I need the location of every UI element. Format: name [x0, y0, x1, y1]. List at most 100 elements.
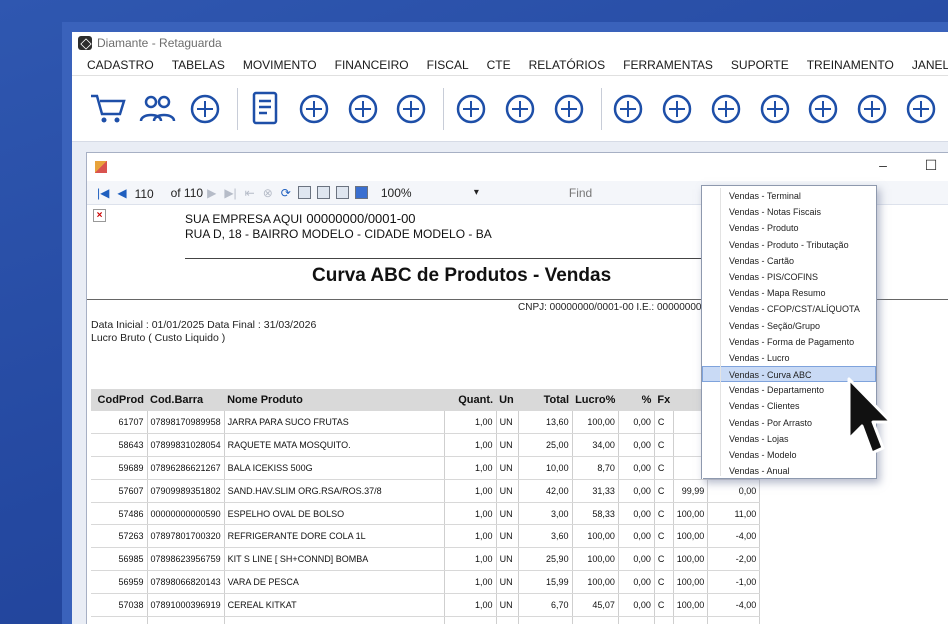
dropdown-option[interactable]: Vendas - CFOP/CST/ALÍQUOTA — [702, 301, 876, 318]
table-cell: C — [654, 433, 674, 458]
table-row: 57038 07891000396919 CEREAL KITKAT 1,00 UN 6,… — [91, 593, 761, 617]
window-title: Diamante - Retaguarda — [97, 36, 222, 50]
dropdown-gutter — [720, 188, 721, 476]
cart-icon[interactable] — [86, 86, 130, 132]
find-label[interactable]: Find — [569, 186, 592, 200]
table-cell: 07898066820143 — [147, 570, 225, 594]
menu-item-4[interactable]: FISCAL — [427, 58, 469, 72]
table-cell: 0,00 — [707, 479, 761, 503]
table-cell: 0,00 — [618, 524, 655, 549]
dropdown-option[interactable]: Vendas - Produto - Tributação — [702, 236, 876, 253]
xml-icon[interactable] — [547, 86, 591, 132]
nfe-gear-icon[interactable] — [498, 86, 542, 132]
table-cell: 1,00 — [444, 593, 497, 617]
report-window-titlebar: – ☐ — [87, 153, 948, 181]
table-cell: 25,90 — [518, 547, 573, 572]
table-cell: C — [654, 616, 674, 624]
report-gear-icon[interactable] — [850, 86, 894, 132]
menu-item-6[interactable]: RELATÓRIOS — [529, 58, 605, 72]
table-cell: KIT S LINE [ SH+CONND] BOMBA — [224, 547, 445, 572]
next-page-icon[interactable]: ▶ — [207, 186, 216, 200]
nfe-icon[interactable] — [292, 86, 336, 132]
table-cell: 100,00 — [673, 524, 709, 549]
dropdown-option[interactable]: Vendas - Seção/Grupo — [702, 317, 876, 334]
dropdown-option[interactable]: Vendas - Lucro — [702, 349, 876, 367]
table-cell: 15,99 — [518, 570, 573, 594]
menu-item-10[interactable]: JANELAS — [912, 58, 948, 72]
menu-item-0[interactable]: CADASTRO — [87, 58, 154, 72]
table-cell: 25,00 — [518, 433, 573, 458]
column-header: Quant. — [444, 389, 497, 411]
dropdown-option[interactable]: Vendas - Forma de Pagamento — [702, 333, 876, 350]
company-address: RUA D, 18 - BAIRRO MODELO - CIDADE MODEL… — [185, 227, 492, 241]
table-cell: 59689 — [91, 456, 148, 480]
app-logo-icon — [78, 36, 92, 50]
stamp-icon[interactable] — [704, 86, 748, 132]
dfe-icon[interactable] — [184, 86, 228, 132]
users-icon[interactable] — [135, 86, 179, 132]
print-icon[interactable] — [297, 186, 311, 199]
table-cell: C — [654, 593, 674, 617]
table-cell: 58643 — [91, 433, 148, 458]
stop-icon[interactable]: ⊗ — [263, 186, 273, 200]
mouse-cursor-icon — [847, 377, 893, 455]
dropdown-option[interactable]: Vendas - Mapa Resumo — [702, 285, 876, 302]
first-page-icon[interactable]: |◀ — [97, 186, 109, 200]
page-setup-icon[interactable] — [335, 186, 349, 199]
maximize-button[interactable]: ☐ — [921, 157, 941, 174]
table-cell: 1,00 — [444, 570, 497, 594]
menu-item-1[interactable]: TABELAS — [172, 58, 225, 72]
table-cell: 1,00 — [444, 411, 497, 435]
table-cell: 1,00 — [444, 479, 497, 503]
prev-page-icon[interactable]: ◀ — [117, 186, 126, 200]
menu-item-8[interactable]: SUPORTE — [731, 58, 789, 72]
table-cell: 58,33 — [572, 502, 619, 526]
dropdown-option[interactable]: Vendas - Anual — [702, 463, 876, 480]
table-cell: UN — [496, 502, 519, 526]
menu-item-2[interactable]: MOVIMENTO — [243, 58, 317, 72]
table-cell: 07898623956759 — [147, 547, 225, 572]
cash-in-icon[interactable] — [341, 86, 385, 132]
table-cell: UN — [496, 570, 519, 594]
dropdown-option[interactable]: Vendas - Terminal — [702, 188, 876, 205]
minimize-button[interactable]: – — [873, 157, 893, 173]
table-cell: 0,00 — [618, 570, 655, 594]
refresh-icon[interactable]: ⟳ — [281, 186, 291, 200]
phone-gear-icon[interactable] — [802, 86, 846, 132]
table-cell: 07909989351802 — [147, 479, 225, 503]
menu-item-3[interactable]: FINANCEIRO — [335, 58, 409, 72]
user-gear-icon[interactable] — [753, 86, 797, 132]
table-cell: C — [654, 502, 674, 526]
products-table: CodProd Cod.Barra Nome Produto Quant. Un Tota… — [91, 389, 761, 624]
export-icon[interactable] — [354, 186, 368, 199]
table-cell: 17,50 — [518, 616, 573, 624]
exchange-icon[interactable] — [655, 86, 699, 132]
menu-item-7[interactable]: FERRAMENTAS — [623, 58, 713, 72]
nfce-icon[interactable] — [449, 86, 493, 132]
settings-icon[interactable] — [899, 86, 943, 132]
dropdown-option[interactable]: Vendas - Notas Fiscais — [702, 204, 876, 221]
cash-out-icon[interactable] — [390, 86, 434, 132]
table-cell: UN — [496, 616, 519, 624]
page-count: of 110 — [170, 185, 204, 200]
page-input[interactable]: 110 — [131, 184, 167, 202]
document-icon[interactable] — [243, 86, 287, 132]
back-icon[interactable]: ⇤ — [245, 186, 255, 200]
table-cell: UN — [496, 524, 519, 549]
dropdown-option[interactable]: Vendas - PIS/COFINS — [702, 268, 876, 286]
dropdown-option[interactable]: Vendas - Produto — [702, 220, 876, 237]
menu-item-9[interactable]: TREINAMENTO — [807, 58, 894, 72]
last-page-icon[interactable]: ▶| — [224, 186, 236, 200]
table-cell: 99,99 — [673, 479, 709, 503]
period-dates: Data Inicial : 01/01/2025 Data Final : 3… — [91, 319, 317, 331]
menu-item-5[interactable]: CTE — [487, 58, 511, 72]
tag-icon[interactable] — [607, 86, 651, 132]
print-layout-icon[interactable] — [316, 186, 330, 199]
column-header: Cod.Barra — [147, 389, 225, 411]
dropdown-option[interactable]: Vendas - Cartão — [702, 252, 876, 269]
table-row: 57263 07897801700320 REFRIGERANTE DORE COL… — [91, 524, 761, 549]
table-cell: ESPELHO OVAL DE BOLSO — [224, 502, 445, 526]
zoom-select[interactable]: 100% — [377, 184, 479, 202]
table-cell: 57263 — [91, 524, 148, 549]
table-cell: 0,00 — [618, 411, 655, 435]
